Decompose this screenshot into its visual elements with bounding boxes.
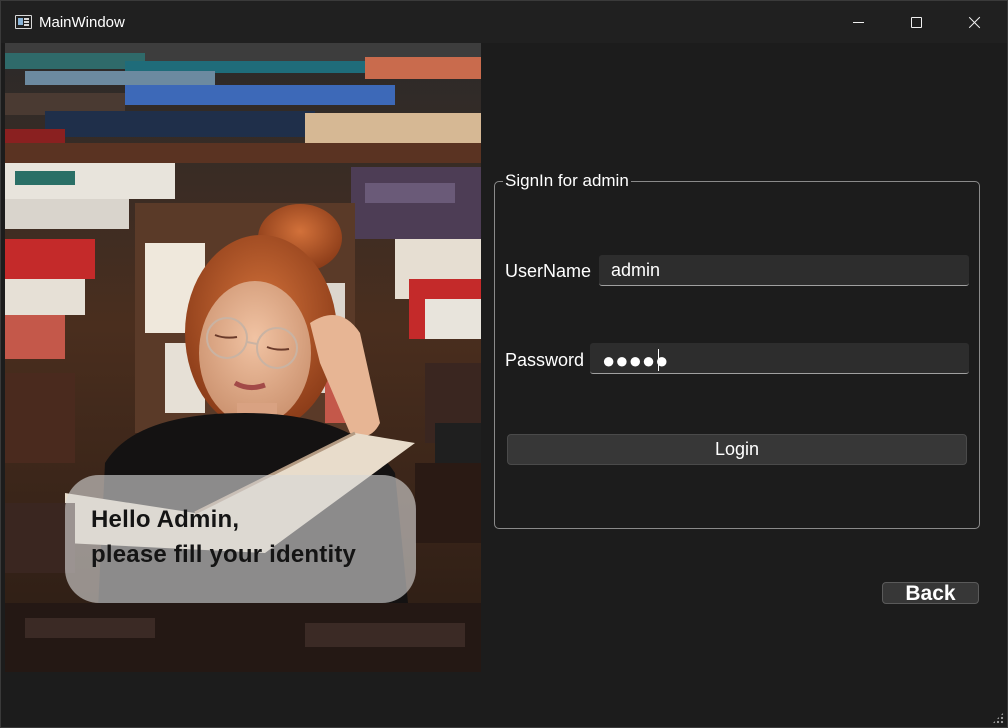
back-button[interactable]: Back [882,582,979,605]
password-label: Password [505,350,585,370]
greeting-bubble [65,475,416,603]
title-bar[interactable]: MainWindow [1,1,1007,43]
maximize-icon [910,16,922,28]
minimize-icon [852,21,864,23]
username-input[interactable]: admin [599,255,969,286]
app-window-icon [15,15,32,29]
username-label: UserName [505,261,592,281]
main-window: MainWindow Hello Admin, please fill your… [0,0,1008,728]
close-icon [968,16,981,29]
text-caret [658,349,659,371]
login-button[interactable]: Login [507,434,967,465]
close-button[interactable] [945,1,1003,43]
minimize-button[interactable] [829,1,887,43]
resize-grip-icon[interactable] [992,712,1004,724]
greeting-line-2: please fill your identity [91,541,357,568]
signin-groupbox-title: SignIn for admin [503,171,631,191]
greeting-line-1: Hello Admin, [91,506,240,533]
maximize-button[interactable] [887,1,945,43]
window-title: MainWindow [39,14,125,31]
